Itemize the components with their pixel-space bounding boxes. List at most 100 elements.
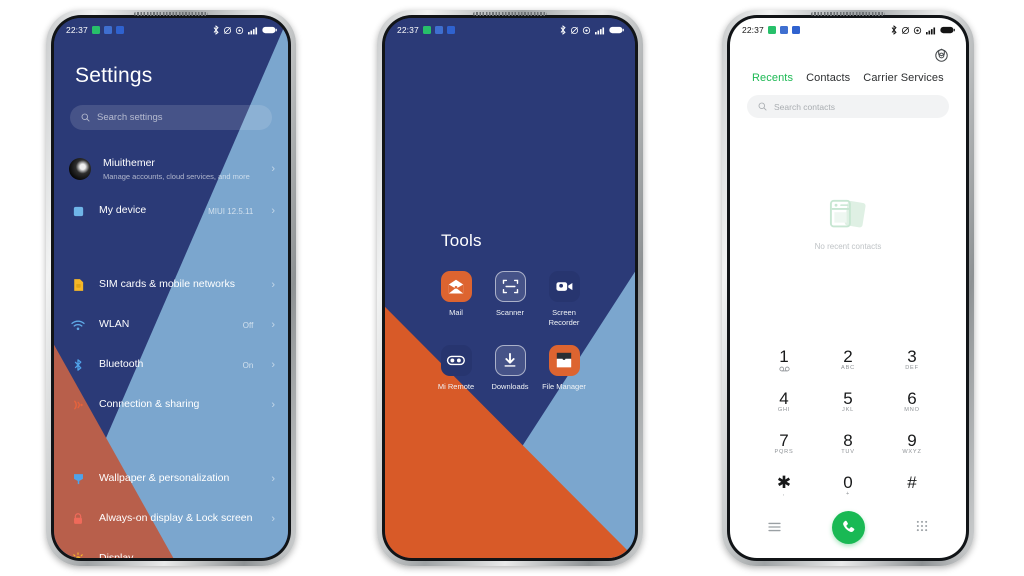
search-placeholder: Search settings (97, 112, 163, 123)
dialpad-key-0[interactable]: 0 + (816, 466, 880, 507)
app-screen-recorder[interactable]: Screen Recorder (537, 271, 591, 328)
connection-label: Connection & sharing (99, 398, 200, 411)
tab-recents[interactable]: Recents (752, 72, 793, 84)
group-divider (54, 425, 288, 442)
group-divider (54, 231, 288, 248)
my-device-label: My device (99, 204, 147, 217)
app-grid: Mail Scanner Screen Recorder Mi Remote D… (385, 251, 635, 392)
notification-chip-3 (791, 26, 800, 34)
menu-button[interactable] (768, 519, 781, 537)
sidebar-item-sim-cards[interactable]: SIM cards & mobile networks › (54, 265, 288, 305)
search-placeholder: Search contacts (774, 101, 835, 112)
download-icon (494, 344, 526, 376)
notification-chip-2 (103, 26, 112, 34)
account-text: Miuithemer Manage accounts, cloud servic… (103, 157, 259, 181)
status-bar: 22:37 (385, 18, 635, 42)
dialpad: 1 2 ABC 3 DEF 4 GHI 5 JKL 6 MNO 7 PQRS 8… (730, 334, 966, 507)
empty-state-text: No recent contacts (814, 242, 882, 251)
chevron-right-icon: › (271, 278, 275, 291)
key-number: 5 (843, 389, 853, 408)
connection-icon (69, 396, 87, 414)
search-input[interactable]: Search settings (70, 105, 272, 130)
chevron-right-icon: › (271, 512, 275, 525)
mute-icon (570, 26, 578, 34)
phone1-bezel: 22:37 Settings Search settings Miuitheme… (51, 12, 291, 561)
app-downloads[interactable]: Downloads (483, 344, 537, 392)
my-device-text: My device (99, 204, 196, 217)
dialpad-key-9[interactable]: 9 WXYZ (880, 424, 944, 465)
phone2-bezel: 22:37 Tools Mail Scanner Screen Recorder… (382, 12, 638, 561)
bluetooth-icon (69, 356, 87, 374)
keypad-icon (916, 520, 928, 531)
phone3-screen: 22:37 Recents Contacts Carrier Services … (730, 18, 966, 558)
sidebar-item-my-device[interactable]: My device MIUI 12.5.11 › (54, 191, 288, 231)
dialpad-key-2[interactable]: 2 ABC (816, 340, 880, 381)
dialpad-key-hash[interactable]: # (880, 466, 944, 507)
key-letters: + (845, 491, 851, 497)
account-subtitle: Manage accounts, cloud services, and mor… (103, 172, 250, 182)
status-time: 22:37 (742, 25, 764, 35)
wallpaper-label: Wallpaper & personalization (99, 472, 230, 485)
dialpad-key-1[interactable]: 1 (752, 340, 816, 381)
sidebar-item-display[interactable]: Display › (54, 539, 288, 558)
dialpad-key-4[interactable]: 4 GHI (752, 382, 816, 423)
dialpad-key-7[interactable]: 7 PQRS (752, 424, 816, 465)
search-contacts-input[interactable]: Search contacts (747, 95, 949, 118)
sidebar-item-wlan[interactable]: WLAN Off › (54, 305, 288, 345)
app-file-manager[interactable]: File Manager (537, 344, 591, 392)
sidebar-item-wallpaper[interactable]: Wallpaper & personalization › (54, 459, 288, 499)
status-bar: 22:37 (730, 18, 966, 42)
dnd-icon (913, 26, 922, 34)
status-bar-left: 22:37 (397, 25, 455, 35)
app-label: Mi Remote (437, 381, 475, 391)
remote-icon (440, 344, 472, 376)
bluetooth-label: Bluetooth (99, 358, 144, 371)
dialer-settings-button[interactable] (730, 42, 966, 63)
key-number: 7 (779, 431, 789, 450)
dialpad-key-8[interactable]: 8 TUV (816, 424, 880, 465)
phone3-bezel: 22:37 Recents Contacts Carrier Services … (727, 12, 969, 561)
dialpad-key-6[interactable]: 6 MNO (880, 382, 944, 423)
phone1-screen: 22:37 Settings Search settings Miuitheme… (54, 18, 288, 558)
dialpad-key-5[interactable]: 5 JKL (816, 382, 880, 423)
chevron-right-icon: › (271, 204, 275, 217)
gear-icon (935, 48, 948, 62)
dialer-tabs: Recents Contacts Carrier Services (730, 63, 966, 84)
screenshot-root: 22:37 Settings Search settings Miuitheme… (0, 0, 1024, 576)
key-letters: PQRS (774, 449, 794, 455)
key-number: 2 (843, 347, 853, 366)
signal-icon (247, 26, 257, 34)
key-letters: WXYZ (902, 449, 922, 455)
dialpad-key-star[interactable]: ✱ , (752, 466, 816, 507)
sidebar-item-connection-sharing[interactable]: Connection & sharing › (54, 385, 288, 425)
dialer-bottom-bar (730, 507, 966, 558)
notification-chip-3 (446, 26, 455, 34)
wallpaper-icon (69, 470, 87, 488)
app-label: File Manager (542, 381, 586, 391)
app-scanner[interactable]: Scanner (483, 271, 537, 328)
status-bar-left: 22:37 (742, 25, 800, 35)
screen-recorder-icon (548, 271, 580, 302)
app-label: Scanner (496, 308, 524, 317)
app-label: Screen Recorder (548, 308, 580, 327)
tab-carrier-services[interactable]: Carrier Services (863, 72, 943, 84)
settings-group-display: Wallpaper & personalization › Always-on … (54, 459, 288, 558)
tab-contacts[interactable]: Contacts (806, 72, 850, 84)
app-mi-remote[interactable]: Mi Remote (429, 344, 483, 392)
display-label: Display (99, 552, 259, 558)
call-button[interactable] (832, 511, 865, 544)
key-letters: JKL (841, 407, 855, 413)
folder-title: Tools (441, 231, 482, 250)
sidebar-item-lock-screen[interactable]: Always-on display & Lock screen › (54, 499, 288, 539)
mute-icon (901, 26, 909, 34)
app-mail[interactable]: Mail (429, 271, 483, 328)
sidebar-item-bluetooth[interactable]: Bluetooth On › (54, 345, 288, 385)
sim-icon (69, 276, 87, 294)
phone-dialer: 22:37 Recents Contacts Carrier Services … (722, 10, 974, 566)
mail-icon (440, 271, 472, 302)
keypad-toggle-button[interactable] (916, 519, 928, 537)
key-number: 0 (843, 473, 853, 492)
dialpad-key-3[interactable]: 3 DEF (880, 340, 944, 381)
sidebar-item-account[interactable]: Miuithemer Manage accounts, cloud servic… (54, 147, 288, 191)
my-device-value: MIUI 12.5.11 (208, 206, 254, 216)
